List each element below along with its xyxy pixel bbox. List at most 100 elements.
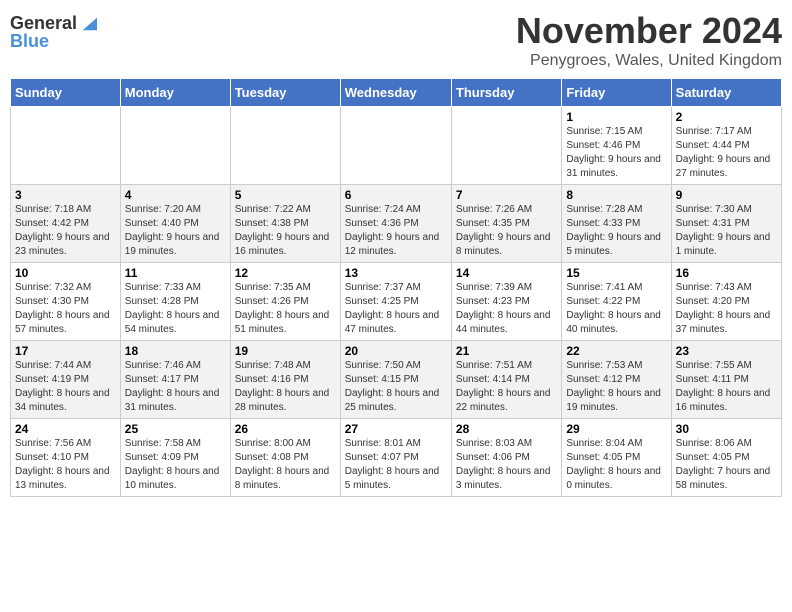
calendar-week-5: 24Sunrise: 7:56 AM Sunset: 4:10 PM Dayli… — [11, 419, 782, 497]
calendar-cell — [120, 107, 230, 185]
day-info: Sunrise: 7:18 AM Sunset: 4:42 PM Dayligh… — [15, 203, 116, 259]
day-number: 21 — [456, 344, 557, 358]
day-number: 28 — [456, 422, 557, 436]
calendar-cell: 21Sunrise: 7:51 AM Sunset: 4:14 PM Dayli… — [451, 341, 561, 419]
day-info: Sunrise: 7:24 AM Sunset: 4:36 PM Dayligh… — [345, 203, 447, 259]
day-info: Sunrise: 7:50 AM Sunset: 4:15 PM Dayligh… — [345, 359, 447, 415]
calendar-cell: 1Sunrise: 7:15 AM Sunset: 4:46 PM Daylig… — [562, 107, 671, 185]
day-number: 27 — [345, 422, 447, 436]
day-info: Sunrise: 8:00 AM Sunset: 4:08 PM Dayligh… — [235, 437, 336, 493]
day-info: Sunrise: 8:03 AM Sunset: 4:06 PM Dayligh… — [456, 437, 557, 493]
day-number: 3 — [15, 188, 116, 202]
day-info: Sunrise: 7:48 AM Sunset: 4:16 PM Dayligh… — [235, 359, 336, 415]
calendar-cell: 6Sunrise: 7:24 AM Sunset: 4:36 PM Daylig… — [340, 185, 451, 263]
header-friday: Friday — [562, 79, 671, 107]
calendar-cell: 22Sunrise: 7:53 AM Sunset: 4:12 PM Dayli… — [562, 341, 671, 419]
header-saturday: Saturday — [671, 79, 781, 107]
header-thursday: Thursday — [451, 79, 561, 107]
day-info: Sunrise: 7:17 AM Sunset: 4:44 PM Dayligh… — [676, 125, 777, 181]
day-info: Sunrise: 7:53 AM Sunset: 4:12 PM Dayligh… — [566, 359, 666, 415]
day-info: Sunrise: 7:32 AM Sunset: 4:30 PM Dayligh… — [15, 281, 116, 337]
calendar-header-row: SundayMondayTuesdayWednesdayThursdayFrid… — [11, 79, 782, 107]
calendar-week-3: 10Sunrise: 7:32 AM Sunset: 4:30 PM Dayli… — [11, 263, 782, 341]
day-number: 1 — [566, 110, 666, 124]
day-info: Sunrise: 7:35 AM Sunset: 4:26 PM Dayligh… — [235, 281, 336, 337]
logo-general: General — [10, 14, 77, 32]
calendar-cell: 10Sunrise: 7:32 AM Sunset: 4:30 PM Dayli… — [11, 263, 121, 341]
day-info: Sunrise: 7:28 AM Sunset: 4:33 PM Dayligh… — [566, 203, 666, 259]
day-number: 12 — [235, 266, 336, 280]
day-info: Sunrise: 7:44 AM Sunset: 4:19 PM Dayligh… — [15, 359, 116, 415]
calendar-cell: 3Sunrise: 7:18 AM Sunset: 4:42 PM Daylig… — [11, 185, 121, 263]
day-number: 4 — [125, 188, 226, 202]
day-info: Sunrise: 8:01 AM Sunset: 4:07 PM Dayligh… — [345, 437, 447, 493]
calendar-week-1: 1Sunrise: 7:15 AM Sunset: 4:46 PM Daylig… — [11, 107, 782, 185]
calendar-cell: 17Sunrise: 7:44 AM Sunset: 4:19 PM Dayli… — [11, 341, 121, 419]
day-info: Sunrise: 7:55 AM Sunset: 4:11 PM Dayligh… — [676, 359, 777, 415]
calendar-cell: 16Sunrise: 7:43 AM Sunset: 4:20 PM Dayli… — [671, 263, 781, 341]
day-number: 23 — [676, 344, 777, 358]
day-number: 18 — [125, 344, 226, 358]
calendar-cell: 14Sunrise: 7:39 AM Sunset: 4:23 PM Dayli… — [451, 263, 561, 341]
calendar-cell: 15Sunrise: 7:41 AM Sunset: 4:22 PM Dayli… — [562, 263, 671, 341]
day-number: 24 — [15, 422, 116, 436]
day-number: 30 — [676, 422, 777, 436]
day-info: Sunrise: 8:06 AM Sunset: 4:05 PM Dayligh… — [676, 437, 777, 493]
logo-blue: Blue — [10, 32, 49, 50]
day-info: Sunrise: 7:41 AM Sunset: 4:22 PM Dayligh… — [566, 281, 666, 337]
day-number: 20 — [345, 344, 447, 358]
calendar-cell: 25Sunrise: 7:58 AM Sunset: 4:09 PM Dayli… — [120, 419, 230, 497]
header-wednesday: Wednesday — [340, 79, 451, 107]
calendar-week-2: 3Sunrise: 7:18 AM Sunset: 4:42 PM Daylig… — [11, 185, 782, 263]
day-info: Sunrise: 7:56 AM Sunset: 4:10 PM Dayligh… — [15, 437, 116, 493]
day-number: 5 — [235, 188, 336, 202]
day-number: 26 — [235, 422, 336, 436]
calendar-cell: 26Sunrise: 8:00 AM Sunset: 4:08 PM Dayli… — [230, 419, 340, 497]
day-info: Sunrise: 7:51 AM Sunset: 4:14 PM Dayligh… — [456, 359, 557, 415]
day-info: Sunrise: 7:26 AM Sunset: 4:35 PM Dayligh… — [456, 203, 557, 259]
header-tuesday: Tuesday — [230, 79, 340, 107]
calendar-cell: 19Sunrise: 7:48 AM Sunset: 4:16 PM Dayli… — [230, 341, 340, 419]
calendar-cell: 2Sunrise: 7:17 AM Sunset: 4:44 PM Daylig… — [671, 107, 781, 185]
day-info: Sunrise: 8:04 AM Sunset: 4:05 PM Dayligh… — [566, 437, 666, 493]
calendar-cell: 13Sunrise: 7:37 AM Sunset: 4:25 PM Dayli… — [340, 263, 451, 341]
calendar-cell — [340, 107, 451, 185]
day-number: 9 — [676, 188, 777, 202]
day-info: Sunrise: 7:46 AM Sunset: 4:17 PM Dayligh… — [125, 359, 226, 415]
day-number: 10 — [15, 266, 116, 280]
title-area: November 2024 Penygroes, Wales, United K… — [516, 10, 782, 70]
calendar-cell: 7Sunrise: 7:26 AM Sunset: 4:35 PM Daylig… — [451, 185, 561, 263]
day-number: 17 — [15, 344, 116, 358]
day-number: 19 — [235, 344, 336, 358]
day-number: 29 — [566, 422, 666, 436]
day-number: 7 — [456, 188, 557, 202]
day-number: 2 — [676, 110, 777, 124]
header-sunday: Sunday — [11, 79, 121, 107]
day-number: 13 — [345, 266, 447, 280]
day-info: Sunrise: 7:37 AM Sunset: 4:25 PM Dayligh… — [345, 281, 447, 337]
calendar-cell — [451, 107, 561, 185]
day-number: 14 — [456, 266, 557, 280]
day-info: Sunrise: 7:20 AM Sunset: 4:40 PM Dayligh… — [125, 203, 226, 259]
day-number: 15 — [566, 266, 666, 280]
day-info: Sunrise: 7:15 AM Sunset: 4:46 PM Dayligh… — [566, 125, 666, 181]
calendar-cell: 30Sunrise: 8:06 AM Sunset: 4:05 PM Dayli… — [671, 419, 781, 497]
calendar-cell: 9Sunrise: 7:30 AM Sunset: 4:31 PM Daylig… — [671, 185, 781, 263]
day-number: 25 — [125, 422, 226, 436]
calendar-cell: 20Sunrise: 7:50 AM Sunset: 4:15 PM Dayli… — [340, 341, 451, 419]
day-info: Sunrise: 7:58 AM Sunset: 4:09 PM Dayligh… — [125, 437, 226, 493]
day-number: 8 — [566, 188, 666, 202]
day-info: Sunrise: 7:22 AM Sunset: 4:38 PM Dayligh… — [235, 203, 336, 259]
header: General Blue November 2024 Penygroes, Wa… — [10, 10, 782, 70]
day-number: 16 — [676, 266, 777, 280]
calendar-cell: 27Sunrise: 8:01 AM Sunset: 4:07 PM Dayli… — [340, 419, 451, 497]
logo: General Blue — [10, 10, 97, 50]
calendar-cell: 23Sunrise: 7:55 AM Sunset: 4:11 PM Dayli… — [671, 341, 781, 419]
day-number: 11 — [125, 266, 226, 280]
calendar-cell: 12Sunrise: 7:35 AM Sunset: 4:26 PM Dayli… — [230, 263, 340, 341]
logo-triangle-icon — [79, 14, 97, 32]
calendar-cell — [230, 107, 340, 185]
day-info: Sunrise: 7:30 AM Sunset: 4:31 PM Dayligh… — [676, 203, 777, 259]
day-number: 22 — [566, 344, 666, 358]
calendar-week-4: 17Sunrise: 7:44 AM Sunset: 4:19 PM Dayli… — [11, 341, 782, 419]
